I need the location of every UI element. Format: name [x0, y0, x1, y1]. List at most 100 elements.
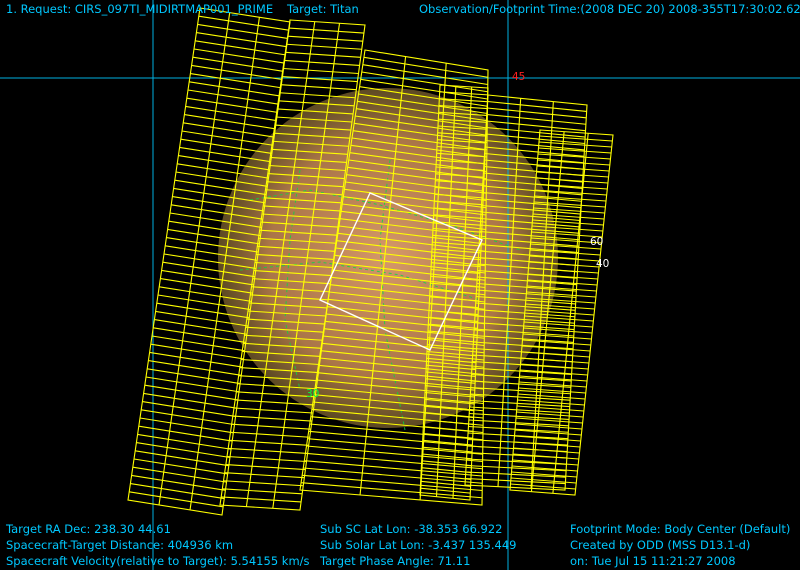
grid-label-40: 40	[596, 258, 610, 270]
footprint-frame-row	[151, 335, 245, 352]
footprint-frame-row	[132, 466, 227, 483]
footprint-frame-row	[519, 369, 588, 376]
footprint-frame-row	[512, 453, 579, 460]
target-phase-angle: Target Phase Angle: 71.11	[320, 554, 471, 568]
created-on: on: Tue Jul 15 11:21:27 2008	[570, 554, 736, 568]
spacecraft-velocity: Spacecraft Velocity(relative to Target):…	[6, 554, 310, 568]
grid-label-30: 30	[306, 388, 320, 400]
footprint-frame-row	[143, 392, 237, 409]
footprint-frame-row	[516, 411, 584, 418]
footprint-frame-row	[181, 130, 274, 146]
footprint-frame-row	[521, 345, 591, 352]
footprint-frame-row	[230, 431, 310, 438]
footprint-frame-row	[133, 458, 228, 475]
footprint-frame-row	[421, 460, 472, 467]
footprint-frame-row	[305, 452, 483, 470]
footprint-frame-row	[285, 51, 361, 58]
footprint-frame-row	[135, 450, 229, 467]
footprint-frame-row	[187, 89, 279, 105]
sub-sc-lat-lon: Sub SC Lat Lon: -38.353 66.922	[320, 522, 503, 536]
request-label: 1. Request: CIRS_097TI_MIDIRTMAP001_PRIM…	[6, 2, 274, 16]
footprint-frame-row	[131, 474, 226, 491]
footprint-frame-row	[288, 27, 364, 34]
footprint-frame-row	[223, 480, 304, 487]
footprint-frame-row	[513, 447, 580, 454]
observation-time-label: Observation/Footprint Time:(2008 DEC 20)…	[419, 2, 800, 16]
info-panel-right: Footprint Mode: Body Center (Default) Cr…	[570, 522, 790, 570]
footprint-frame-row	[233, 407, 314, 414]
footprint-frame-row	[535, 177, 608, 184]
footprint-frame-row	[535, 183, 608, 190]
footprint-frame-row	[195, 40, 286, 56]
footprint-frame-row	[189, 81, 280, 97]
footprint-frame-row	[145, 376, 240, 393]
footprint-frame-row	[281, 76, 358, 83]
footprint-frame-row	[141, 409, 235, 426]
footprint-frame-row	[537, 153, 611, 160]
footprint-frame-row	[520, 363, 589, 370]
footprint-frame-row	[521, 351, 590, 358]
footprint-frame-row	[287, 35, 363, 42]
footprint-frame-row	[185, 105, 277, 122]
footprint-frame-row	[286, 43, 362, 50]
footprint-frame-row	[226, 455, 307, 463]
footprint-frame-row	[224, 472, 305, 479]
footprint-frame-row	[190, 73, 282, 89]
footprint-viewport	[0, 0, 800, 570]
grid-label-lat-45: 45	[512, 71, 526, 83]
footprint-frame-row	[304, 460, 483, 477]
grid-label-60: 60	[590, 236, 604, 248]
footprint-frame-row	[306, 445, 483, 463]
footprint-frame-row	[513, 441, 581, 448]
footprint-frame-row	[307, 438, 483, 455]
footprint-frame-row	[197, 23, 288, 39]
footprint-frame-row	[129, 491, 224, 508]
footprint-frame-row	[192, 56, 284, 72]
footprint-frame-row	[282, 67, 359, 75]
footprint-mode: Footprint Mode: Body Center (Default)	[570, 522, 791, 536]
footprint-frame-row	[439, 91, 488, 96]
target-label: Target: Titan	[287, 2, 359, 16]
target-ra-dec: Target RA Dec: 238.30 44.61	[6, 522, 171, 536]
footprint-frame-row	[191, 64, 283, 81]
footprint-frame-row	[536, 165, 610, 172]
footprint-frame-row	[150, 343, 244, 360]
footprint-frame-row	[280, 84, 357, 91]
footprint-frame-row	[536, 171, 609, 178]
footprint-frame-row	[184, 114, 276, 130]
footprint-frame-row	[231, 423, 311, 430]
footprint-frame-row	[537, 159, 610, 166]
footprint-frame-row	[225, 464, 306, 471]
footprint-frame-row	[139, 417, 234, 434]
footprint-frame-row	[153, 327, 246, 343]
info-panel-middle: Sub SC Lat Lon: -38.353 66.922 Sub Solar…	[320, 522, 516, 570]
footprint-frame-row	[222, 488, 303, 495]
footprint-frame-row	[193, 48, 285, 64]
footprint-frame-row	[149, 351, 243, 368]
footprint-frame-row	[308, 430, 483, 448]
footprint-frame-row	[520, 357, 589, 364]
footprint-frame-row	[422, 432, 473, 439]
footprint-frame-row	[130, 483, 225, 500]
footprint-frame-row	[196, 32, 287, 48]
footprint-frame-row	[284, 59, 360, 66]
info-panel-left: Target RA Dec: 238.30 44.61 Spacecraft-T…	[6, 522, 310, 570]
footprint-frame-row	[180, 138, 272, 155]
footprint-frame-row	[186, 97, 278, 113]
created-by: Created by ODD (MSS D13.1-d)	[570, 538, 751, 552]
footprint-frame-row	[517, 393, 586, 400]
spacecraft-target-distance: Spacecraft-Target Distance: 404936 km	[6, 538, 234, 552]
footprint-frame-row	[147, 368, 241, 385]
footprint-frame-row	[142, 401, 236, 417]
footprint-frame-row	[423, 426, 474, 432]
footprint-frame-row	[198, 15, 289, 31]
footprint-frame-row	[228, 447, 308, 454]
footprint-frame-row	[229, 439, 309, 446]
footprint-frame-row	[137, 433, 232, 450]
footprint-frame-row	[221, 496, 302, 503]
footprint-frame-row	[136, 442, 231, 459]
footprint-frame-row	[183, 122, 275, 138]
footprint-frame-row	[303, 467, 483, 484]
sub-solar-lat-lon: Sub Solar Lat Lon: -3.437 135.449	[320, 538, 517, 552]
footprint-frame-row	[232, 415, 312, 422]
